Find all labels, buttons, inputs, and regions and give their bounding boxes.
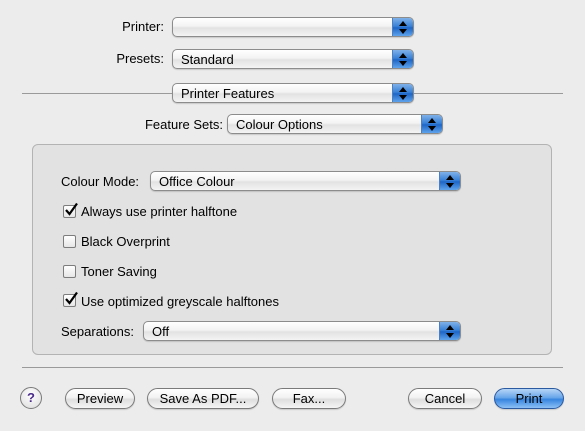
use-optimized-greyscale-halftones-checkbox[interactable] (63, 291, 78, 307)
bottom-separator (22, 367, 563, 368)
fax-button[interactable]: Fax... (272, 388, 346, 409)
black-overprint-checkbox[interactable] (63, 235, 76, 248)
up-down-arrows-icon (392, 18, 413, 36)
separations-value: Off (152, 324, 170, 339)
presets-label: Presets: (116, 51, 164, 66)
checkmark-icon (65, 202, 78, 216)
checkmark-icon (65, 291, 78, 305)
always-use-printer-halftone-checkbox[interactable] (63, 202, 78, 218)
feature-sets-value: Colour Options (236, 117, 323, 132)
black-overprint-label: Black Overprint (81, 234, 170, 249)
up-down-arrows-icon (392, 84, 413, 102)
separator-left (22, 93, 172, 94)
printer-label: Printer: (122, 19, 164, 34)
print-button[interactable]: Print (494, 388, 564, 409)
separations-label: Separations: (61, 324, 134, 339)
presets-popup-value: Standard (181, 52, 234, 67)
use-optimized-greyscale-halftones-label: Use optimized greyscale halftones (81, 294, 279, 309)
preview-button[interactable]: Preview (65, 388, 135, 409)
feature-sets-label: Feature Sets: (144, 117, 223, 132)
up-down-arrows-icon (392, 50, 413, 68)
colour-mode-label: Colour Mode: (61, 174, 140, 189)
toner-saving-label: Toner Saving (81, 264, 157, 279)
separations-popup[interactable]: Off (143, 321, 461, 341)
toner-saving-checkbox[interactable] (63, 265, 76, 278)
colour-mode-popup[interactable]: Office Colour (150, 171, 461, 191)
question-mark-icon: ? (27, 390, 35, 405)
save-as-pdf-button[interactable]: Save As PDF... (147, 388, 259, 409)
always-use-printer-halftone-label: Always use printer halftone (81, 204, 238, 219)
up-down-arrows-icon (421, 115, 442, 133)
separator-right (414, 93, 563, 94)
up-down-arrows-icon (439, 322, 460, 340)
cancel-button[interactable]: Cancel (408, 388, 482, 409)
pane-selector-popup[interactable]: Printer Features (172, 83, 414, 103)
presets-popup[interactable]: Standard (172, 49, 414, 69)
colour-mode-value: Office Colour (159, 174, 235, 189)
help-button[interactable]: ? (20, 387, 42, 409)
pane-selector-value: Printer Features (181, 86, 275, 101)
up-down-arrows-icon (439, 172, 460, 190)
printer-popup[interactable] (172, 17, 414, 37)
feature-sets-popup[interactable]: Colour Options (227, 114, 443, 134)
